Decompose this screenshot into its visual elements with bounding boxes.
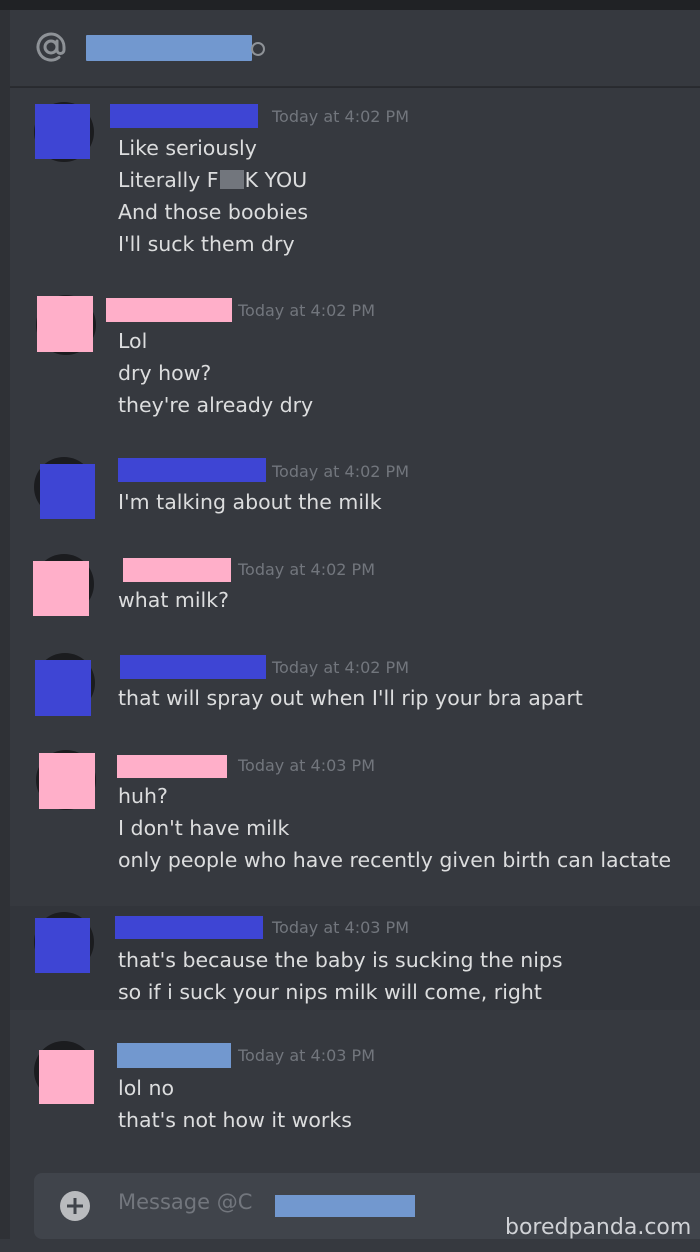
message-line: And those boobies [118,200,309,224]
message-group: Today at 4:02 PM Lol dry how? they're al… [10,290,700,430]
censor-block [219,170,244,189]
message-group: Today at 4:02 PM Like seriously Literall… [10,96,700,268]
avatar[interactable] [39,753,95,809]
message-group: Today at 4:03 PM huh? I don't have milk … [10,744,700,894]
dm-header [10,10,700,87]
placeholder-redaction [275,1195,415,1217]
message-line: I don't have milk [118,816,290,840]
message-line: I'll suck them dry [118,232,295,256]
message-line: that will spray out when I'll rip your b… [118,686,583,710]
message-line: Literally F K YOU [118,168,307,192]
timestamp: Today at 4:03 PM [272,918,409,937]
avatar[interactable] [35,660,91,716]
timestamp: Today at 4:02 PM [272,107,409,126]
message-line: that's because the baby is sucking the n… [118,948,563,972]
timestamp: Today at 4:03 PM [238,1046,375,1065]
author-name-redacted[interactable] [118,458,266,482]
timestamp: Today at 4:02 PM [272,658,409,677]
message-line: Lol [118,329,148,353]
plus-glyph [67,1198,83,1214]
author-name-redacted[interactable] [120,655,266,679]
watermark: boredpanda.com [505,1215,692,1240]
author-name-redacted[interactable] [106,298,232,322]
message-group: Today at 4:02 PM that will spray out whe… [10,646,700,726]
at-icon [36,32,66,62]
message-group: Today at 4:02 PM what milk? [10,548,700,628]
message-line: I'm talking about the milk [118,490,382,514]
timestamp: Today at 4:03 PM [238,756,375,775]
avatar[interactable] [37,296,93,352]
footer-bar [0,1239,700,1252]
timestamp: Today at 4:02 PM [238,560,375,579]
avatar[interactable] [40,464,95,519]
message-line-text: Literally F [118,168,219,192]
author-name-redacted[interactable] [117,755,227,778]
message-line: lol no [118,1076,174,1100]
message-line-text: K YOU [244,168,308,192]
recipient-name-redacted[interactable] [86,35,252,61]
message-line: what milk? [118,588,229,612]
message-group: Today at 4:02 PM I'm talking about the m… [10,450,700,530]
timestamp: Today at 4:02 PM [238,301,375,320]
author-name-redacted[interactable] [117,1043,231,1068]
author-name-redacted[interactable] [110,104,258,128]
message-input[interactable]: Message @C [118,1190,252,1214]
message-line: that's not how it works [118,1108,352,1132]
left-edge-strip [0,10,10,1252]
timestamp: Today at 4:02 PM [272,462,409,481]
window-top-strip [0,0,700,10]
author-name-redacted[interactable] [123,558,231,582]
avatar[interactable] [33,561,89,616]
message-line: only people who have recently given birt… [118,848,672,872]
message-line: dry how? [118,361,212,385]
status-offline-icon [251,42,265,56]
message-line: so if i suck your nips milk will come, r… [118,980,542,1004]
message-line: Like seriously [118,136,257,160]
avatar[interactable] [35,918,90,973]
author-name-redacted[interactable] [115,916,263,939]
message-group: Today at 4:03 PM lol no that's not how i… [10,1034,700,1144]
message-line: huh? [118,784,168,808]
message-group-hovered: Today at 4:03 PM that's because the baby… [10,906,700,1010]
plus-circle-icon[interactable] [60,1191,90,1221]
avatar[interactable] [39,1050,94,1104]
message-line: they're already dry [118,393,314,417]
avatar[interactable] [35,104,90,159]
